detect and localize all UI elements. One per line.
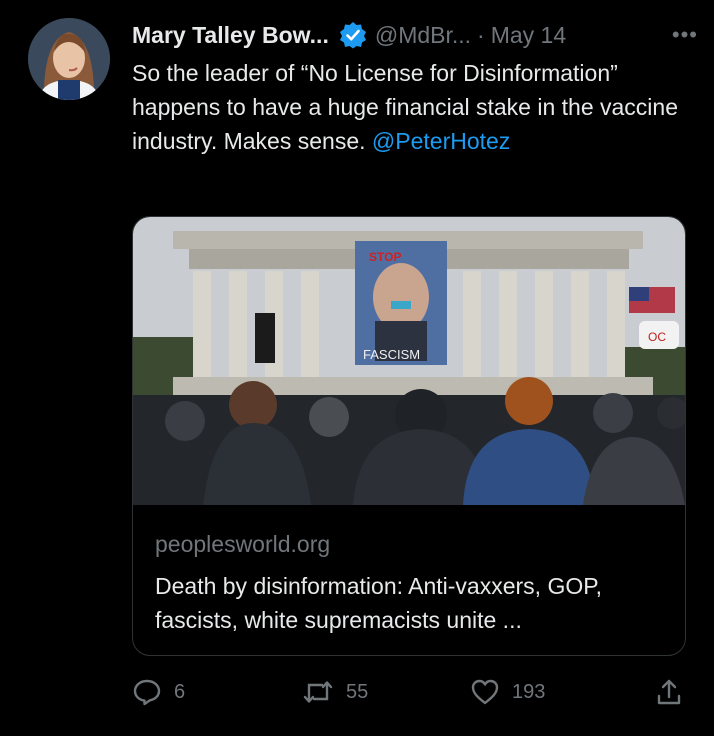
reply-icon	[133, 679, 161, 706]
tweet-date[interactable]: May 14	[491, 22, 566, 49]
author-handle[interactable]: @MdBr...	[375, 22, 471, 49]
card-domain: peoplesworld.org	[155, 531, 331, 557]
card-title: Death by disinformation: Anti-vaxxers, G…	[155, 573, 602, 633]
flag-text: OC	[648, 330, 666, 344]
separator-dot: ·	[477, 21, 485, 48]
card-image: STOP FASCISM OC	[133, 217, 685, 505]
share-icon	[657, 679, 681, 705]
banner-top-text: STOP	[369, 250, 401, 264]
tweet-text: So the leader of “No License for Disinfo…	[132, 56, 692, 158]
verified-badge-icon	[339, 21, 367, 49]
link-card[interactable]: STOP FASCISM OC peoplesworld.org Death b…	[132, 216, 686, 656]
avatar-photo	[28, 18, 110, 100]
mention-link[interactable]: @PeterHotez	[372, 128, 510, 154]
author-name[interactable]: Mary Talley Bow...	[132, 22, 329, 49]
more-options-icon[interactable]: •••	[672, 22, 698, 48]
like-button[interactable]: 193	[470, 674, 545, 710]
reply-count: 6	[174, 680, 186, 703]
retweet-icon	[303, 681, 333, 703]
share-button[interactable]	[654, 674, 696, 710]
reply-button[interactable]: 6	[132, 674, 185, 710]
tweet-header: Mary Talley Bow... @MdBr... · May 14 •••	[132, 18, 698, 52]
like-count: 193	[512, 680, 546, 703]
heart-icon	[471, 679, 499, 705]
action-bar: 6 55 193	[132, 674, 692, 710]
retweet-count: 55	[346, 680, 369, 703]
retweet-button[interactable]: 55	[302, 674, 368, 710]
avatar[interactable]	[28, 18, 110, 100]
banner-bottom-text: FASCISM	[363, 347, 420, 362]
